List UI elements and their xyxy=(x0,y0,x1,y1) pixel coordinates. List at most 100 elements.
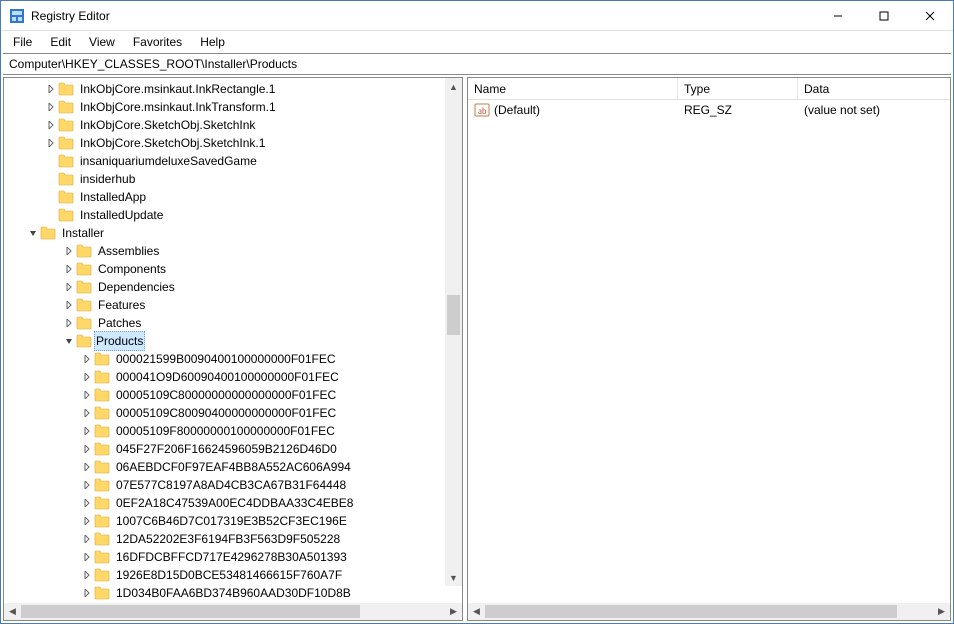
scroll-right-icon[interactable]: ▶ xyxy=(445,603,462,620)
folder-icon xyxy=(94,370,110,384)
folder-icon xyxy=(94,496,110,510)
tree-item[interactable]: insaniquariumdeluxeSavedGame xyxy=(4,152,462,170)
tree-item[interactable]: Patches xyxy=(4,314,462,332)
tree-item[interactable]: 00005109C80000000000000000F01FEC xyxy=(4,386,462,404)
tree-item[interactable]: insiderhub xyxy=(4,170,462,188)
tree-item-label: 00005109C80000000000000000F01FEC xyxy=(114,386,338,404)
tree-item[interactable]: Assemblies xyxy=(4,242,462,260)
tree-item-label: 045F27F206F16624596059B2126D46D0 xyxy=(114,440,339,458)
minimize-button[interactable] xyxy=(815,1,861,30)
column-header-type[interactable]: Type xyxy=(678,78,798,99)
folder-icon xyxy=(76,316,92,330)
tree-item[interactable]: 000041O9D60090400100000000F01FEC xyxy=(4,368,462,386)
chevron-right-icon[interactable] xyxy=(62,262,76,276)
chevron-right-icon[interactable] xyxy=(62,316,76,330)
tree-item[interactable]: 1007C6B46D7C017319E3B52CF3EC196E xyxy=(4,512,462,530)
tree-item[interactable]: 16DFDCBFFCD717E4296278B30A501393 xyxy=(4,548,462,566)
address-input[interactable] xyxy=(7,56,947,72)
folder-icon xyxy=(76,262,92,276)
column-header-data[interactable]: Data xyxy=(798,78,950,99)
menu-help[interactable]: Help xyxy=(192,33,233,51)
scroll-thumb[interactable] xyxy=(485,605,897,618)
chevron-right-icon[interactable] xyxy=(80,586,94,600)
horizontal-scrollbar-left[interactable]: ◀ ▶ xyxy=(4,603,462,620)
column-header-name[interactable]: Name xyxy=(468,78,678,99)
tree-item[interactable]: 000021599B0090400100000000F01FEC xyxy=(4,350,462,368)
tree-item[interactable]: 1926E8D15D0BCE53481466615F760A7F xyxy=(4,566,462,584)
chevron-right-icon[interactable] xyxy=(80,568,94,582)
tree-item-label: 1D034B0FAA6BD374B960AAD30DF10D8B xyxy=(114,584,353,602)
close-button[interactable] xyxy=(907,1,953,30)
value-row[interactable]: ab(Default)REG_SZ(value not set) xyxy=(468,100,950,120)
tree-item[interactable]: Installer xyxy=(4,224,462,242)
maximize-button[interactable] xyxy=(861,1,907,30)
chevron-right-icon[interactable] xyxy=(80,532,94,546)
chevron-right-icon[interactable] xyxy=(62,244,76,258)
chevron-right-icon[interactable] xyxy=(80,478,94,492)
tree-item-label: 1007C6B46D7C017319E3B52CF3EC196E xyxy=(114,512,349,530)
chevron-right-icon[interactable] xyxy=(80,460,94,474)
tree-body[interactable]: InkObjCore.msinkaut.InkRectangle.1InkObj… xyxy=(4,78,462,603)
tree-item[interactable]: 06AEBDCF0F97EAF4BB8A552AC606A994 xyxy=(4,458,462,476)
tree-item[interactable]: 12DA52202E3F6194FB3F563D9F505228 xyxy=(4,530,462,548)
scroll-track[interactable] xyxy=(21,603,445,620)
tree-item[interactable]: 00005109C80090400000000000F01FEC xyxy=(4,404,462,422)
tree-item[interactable]: Features xyxy=(4,296,462,314)
tree-item[interactable]: Products xyxy=(4,332,462,350)
tree-item[interactable]: Dependencies xyxy=(4,278,462,296)
chevron-right-icon[interactable] xyxy=(62,280,76,294)
chevron-right-icon[interactable] xyxy=(44,100,58,114)
scroll-up-icon[interactable]: ▲ xyxy=(445,78,462,95)
chevron-right-icon[interactable] xyxy=(44,136,58,150)
scroll-track[interactable] xyxy=(445,95,462,569)
chevron-right-icon[interactable] xyxy=(80,514,94,528)
tree-item[interactable]: InstalledApp xyxy=(4,188,462,206)
chevron-right-icon[interactable] xyxy=(80,442,94,456)
scroll-down-icon[interactable]: ▼ xyxy=(445,569,462,586)
chevron-right-icon[interactable] xyxy=(80,388,94,402)
tree-item[interactable]: 00005109F80000000100000000F01FEC xyxy=(4,422,462,440)
folder-icon xyxy=(94,568,110,582)
values-body[interactable]: ab(Default)REG_SZ(value not set) xyxy=(468,100,950,603)
chevron-down-icon[interactable] xyxy=(26,226,40,240)
tree-item-label: Assemblies xyxy=(96,242,161,260)
scroll-thumb[interactable] xyxy=(21,605,360,618)
scroll-right-icon[interactable]: ▶ xyxy=(933,603,950,620)
menu-view[interactable]: View xyxy=(81,33,123,51)
chevron-down-icon[interactable] xyxy=(62,334,76,348)
chevron-right-icon[interactable] xyxy=(80,424,94,438)
tree-item[interactable]: InkObjCore.msinkaut.InkRectangle.1 xyxy=(4,80,462,98)
tree-item[interactable]: InkObjCore.SketchObj.SketchInk xyxy=(4,116,462,134)
tree-item[interactable]: 07E577C8197A8AD4CB3CA67B31F64448 xyxy=(4,476,462,494)
vertical-scrollbar[interactable]: ▲ ▼ xyxy=(445,78,462,586)
chevron-right-icon[interactable] xyxy=(44,82,58,96)
tree-item-label: Installer xyxy=(60,224,106,242)
tree-item[interactable]: 0EF2A18C47539A00EC4DDBAA33C4EBE8 xyxy=(4,494,462,512)
tree-item[interactable]: InkObjCore.SketchObj.SketchInk.1 xyxy=(4,134,462,152)
chevron-right-icon[interactable] xyxy=(80,406,94,420)
chevron-right-icon[interactable] xyxy=(80,496,94,510)
tree-item[interactable]: InkObjCore.msinkaut.InkTransform.1 xyxy=(4,98,462,116)
chevron-right-icon[interactable] xyxy=(80,352,94,366)
menu-favorites[interactable]: Favorites xyxy=(125,33,190,51)
scroll-left-icon[interactable]: ◀ xyxy=(4,603,21,620)
tree-item[interactable]: 1D034B0FAA6BD374B960AAD30DF10D8B xyxy=(4,584,462,602)
scroll-left-icon[interactable]: ◀ xyxy=(468,603,485,620)
chevron-right-icon[interactable] xyxy=(80,550,94,564)
value-data: (value not set) xyxy=(798,103,950,117)
tree-item[interactable]: 045F27F206F16624596059B2126D46D0 xyxy=(4,440,462,458)
tree-item-label: InkObjCore.SketchObj.SketchInk.1 xyxy=(78,134,267,152)
scroll-thumb[interactable] xyxy=(447,295,460,335)
menu-edit[interactable]: Edit xyxy=(42,33,79,51)
menu-file[interactable]: File xyxy=(5,33,40,51)
tree-item[interactable]: InstalledUpdate xyxy=(4,206,462,224)
tree-item-label: 000021599B0090400100000000F01FEC xyxy=(114,350,338,368)
scroll-track[interactable] xyxy=(485,603,933,620)
chevron-right-icon[interactable] xyxy=(44,118,58,132)
tree-item[interactable]: Components xyxy=(4,260,462,278)
horizontal-scrollbar-right[interactable]: ◀ ▶ xyxy=(468,603,950,620)
folder-icon xyxy=(94,550,110,564)
tree-item-label: Products xyxy=(94,331,145,351)
chevron-right-icon[interactable] xyxy=(80,370,94,384)
chevron-right-icon[interactable] xyxy=(62,298,76,312)
